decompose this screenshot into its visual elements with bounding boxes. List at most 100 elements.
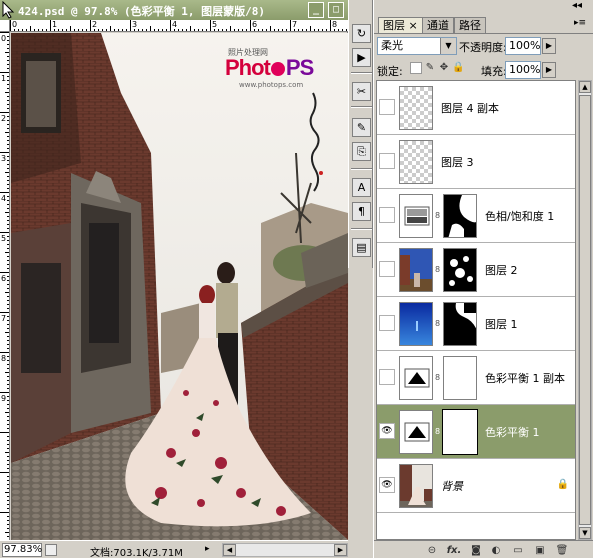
vertical-ruler[interactable]: 0 1 2 3 4 5 6 7 8 9 xyxy=(0,32,10,540)
panel-dock-strip: ↻ ▶ ✂ ✎ ⎘ A ¶ ▤ xyxy=(348,0,373,268)
lock-pixels-icon[interactable]: ✎ xyxy=(424,62,436,74)
layer-row[interactable]: 8 图层 2 xyxy=(377,243,575,297)
ruler-label: 4 xyxy=(172,20,178,29)
ruler-label: 4 xyxy=(1,194,7,203)
eye-icon[interactable]: 👁 xyxy=(379,477,395,493)
layer-row[interactable]: 图层 3 xyxy=(377,135,575,189)
maximize-button[interactable]: □ xyxy=(328,2,344,18)
fill-slider-button[interactable]: ▶ xyxy=(542,62,556,78)
scroll-down-icon[interactable]: ▼ xyxy=(579,527,591,539)
fill-label: 填充: xyxy=(481,65,507,78)
ruler-ticks xyxy=(10,20,347,31)
panel-collapse-icon[interactable]: ◂◂ xyxy=(570,1,584,13)
ruler-label: 6 xyxy=(1,274,7,283)
layer-thumbnail xyxy=(399,464,433,508)
new-layer-icon[interactable]: ▣ xyxy=(532,544,548,557)
character-icon[interactable]: A xyxy=(352,178,371,197)
tab-close-icon[interactable]: × xyxy=(409,19,418,32)
layer-name: 图层 1 xyxy=(485,318,518,331)
layer-row[interactable]: 👁 背景 🔒 xyxy=(377,459,575,513)
ruler-origin[interactable] xyxy=(0,20,10,32)
image-canvas[interactable]: 照片处理网 Phot PS www.photops.com xyxy=(11,33,348,540)
add-mask-icon[interactable]: ◙ xyxy=(468,544,484,557)
ruler-label: 8 xyxy=(1,354,7,363)
layer-row[interactable]: 8 色彩平衡 1 副本 xyxy=(377,351,575,405)
status-menu-arrow-icon[interactable]: ▸ xyxy=(205,544,210,554)
divider xyxy=(351,168,372,170)
play-icon[interactable]: ▶ xyxy=(352,48,371,67)
zoom-field[interactable]: 97.83% xyxy=(2,543,42,557)
status-info-icon[interactable] xyxy=(45,544,57,556)
opacity-input[interactable]: 100% xyxy=(505,37,541,55)
fill-input[interactable]: 100% xyxy=(505,61,541,79)
blend-mode-value: 柔光 xyxy=(381,39,403,52)
tab-channels[interactable]: 通道 xyxy=(422,17,454,33)
color-balance-icon xyxy=(404,368,430,388)
scroll-right-icon[interactable]: ▶ xyxy=(334,544,347,556)
scroll-left-icon[interactable]: ◀ xyxy=(223,544,236,556)
clone-source-icon[interactable]: ⎘ xyxy=(352,142,371,161)
layer-name: 图层 3 xyxy=(441,156,474,169)
layer-row[interactable]: 8 色相/饱和度 1 xyxy=(377,189,575,243)
adjustment-thumbnail xyxy=(399,410,433,454)
adjustment-icon[interactable]: ◐ xyxy=(488,544,504,557)
mask-link-icon[interactable]: 8 xyxy=(435,427,443,437)
layer-row[interactable]: 8 图层 1 xyxy=(377,297,575,351)
mask-link-icon[interactable]: 8 xyxy=(435,265,443,275)
ruler-label: 1 xyxy=(1,74,7,83)
mask-link-icon[interactable]: 8 xyxy=(435,373,443,383)
logo-o-circle xyxy=(270,62,285,76)
logo-main-text: Phot PS xyxy=(225,55,314,81)
trash-icon[interactable]: 🗑 xyxy=(554,544,570,557)
panel-menu-icon[interactable]: ▸≡ xyxy=(572,18,588,32)
lock-label: 锁定: xyxy=(377,65,403,78)
layer-mask-thumbnail[interactable] xyxy=(443,356,477,400)
tab-layers[interactable]: 图层 × xyxy=(378,17,423,33)
opacity-slider-button[interactable]: ▶ xyxy=(542,38,556,54)
lock-position-icon[interactable]: ✥ xyxy=(438,62,450,74)
ruler-label: 5 xyxy=(212,20,218,29)
ruler-label: 5 xyxy=(1,234,7,243)
history-icon[interactable]: ↻ xyxy=(352,24,371,43)
layer-row[interactable]: 图层 4 副本 xyxy=(377,81,575,135)
logo-text-part2: PS xyxy=(285,55,314,80)
horizontal-ruler[interactable]: 0123456789 xyxy=(10,20,348,32)
visibility-toggle[interactable] xyxy=(379,261,395,277)
minimize-button[interactable]: _ xyxy=(308,2,324,18)
visibility-toggle[interactable] xyxy=(379,369,395,385)
eye-icon[interactable]: 👁 xyxy=(379,423,395,439)
mask-link-icon[interactable]: 8 xyxy=(435,319,443,329)
visibility-toggle[interactable] xyxy=(379,315,395,331)
layer-row-selected[interactable]: 👁 8 色彩平衡 1 xyxy=(377,405,575,459)
document-title-bar[interactable]: 424.psd @ 97.8% (色彩平衡 1, 图层蒙版/8) _ □ xyxy=(0,0,348,20)
visibility-toggle[interactable] xyxy=(379,99,395,115)
new-group-icon[interactable]: ▭ xyxy=(510,544,526,557)
layer-name: 色彩平衡 1 xyxy=(485,426,540,439)
blend-mode-select[interactable]: 柔光 ▼ xyxy=(377,37,457,55)
layer-comps-icon[interactable]: ▤ xyxy=(352,238,371,257)
layers-vertical-scrollbar[interactable]: ▲ ▼ xyxy=(578,80,592,540)
fx-icon[interactable]: fx. xyxy=(444,544,464,557)
layer-mask-thumbnail[interactable] xyxy=(443,302,477,346)
visibility-toggle[interactable] xyxy=(379,207,395,223)
horizontal-scrollbar[interactable]: ◀ ▶ xyxy=(222,543,348,557)
brush-icon[interactable]: ✎ xyxy=(352,118,371,137)
panel-title-bar[interactable]: ◂◂ xyxy=(374,0,593,16)
layer-mask-thumbnail[interactable] xyxy=(443,248,477,292)
tab-paths[interactable]: 路径 xyxy=(454,17,486,33)
tool-options-icon[interactable]: ✂ xyxy=(352,82,371,101)
mask-link-icon[interactable]: 8 xyxy=(435,211,443,221)
scroll-thumb[interactable] xyxy=(579,95,591,525)
link-layers-icon[interactable]: ⊝ xyxy=(424,544,440,557)
layer-mask-thumbnail[interactable] xyxy=(443,194,477,238)
layers-panel-footer: ⊝ fx. ◙ ◐ ▭ ▣ 🗑 xyxy=(374,540,593,558)
paragraph-icon[interactable]: ¶ xyxy=(352,202,371,221)
status-bar: 97.83% 文档:703.1K/3.71M ▸ ◀ ▶ xyxy=(0,540,348,558)
visibility-toggle[interactable] xyxy=(379,153,395,169)
lock-all-icon[interactable]: 🔒 xyxy=(452,62,464,74)
ruler-label: 9 xyxy=(1,394,7,403)
layer-mask-thumbnail[interactable] xyxy=(442,409,478,455)
lock-transparent-icon[interactable] xyxy=(410,62,422,74)
logo-sub-text: www.photops.com xyxy=(239,81,304,89)
scroll-up-icon[interactable]: ▲ xyxy=(579,81,591,93)
